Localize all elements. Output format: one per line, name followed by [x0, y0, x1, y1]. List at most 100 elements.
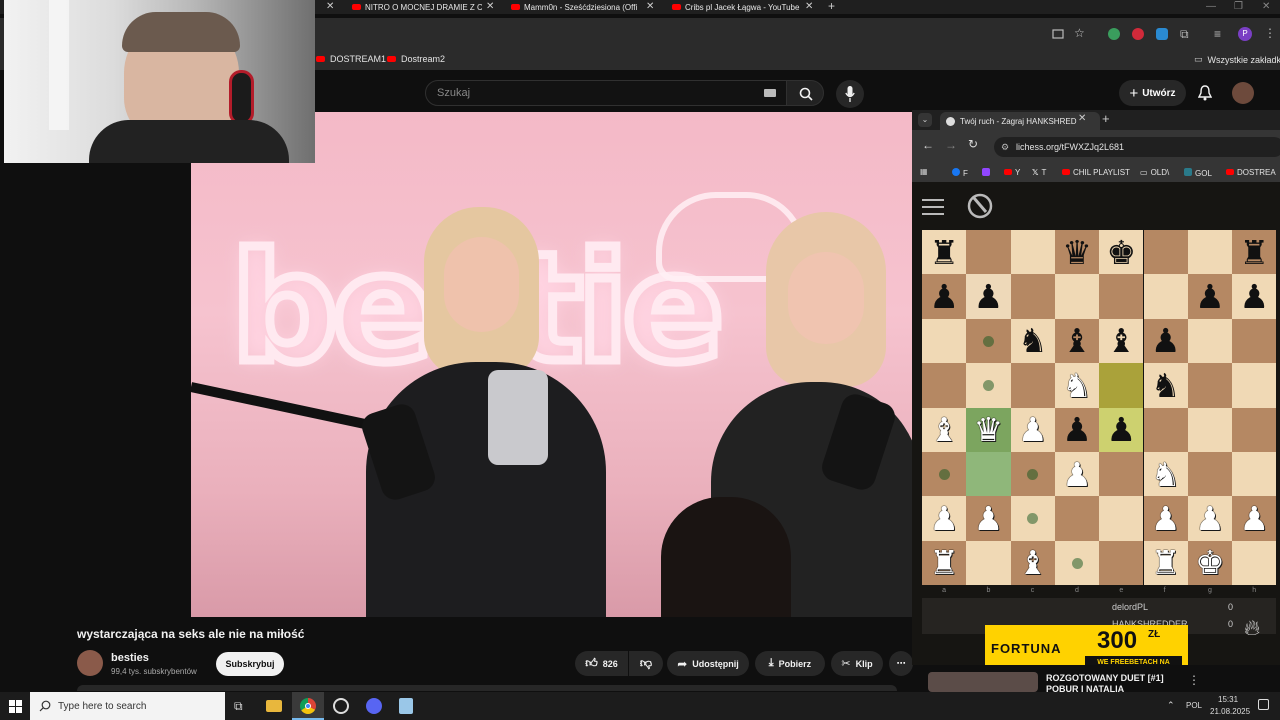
- task-view-icon[interactable]: ⧉: [234, 699, 243, 714]
- board-square[interactable]: [1099, 496, 1144, 541]
- app-icon[interactable]: [333, 698, 349, 714]
- file-explorer-icon[interactable]: [266, 700, 282, 712]
- notepad-icon[interactable]: [399, 698, 413, 714]
- clip-button[interactable]: ✂ Klip: [831, 651, 883, 676]
- taskbar-search-input[interactable]: Type here to search: [30, 692, 225, 720]
- bookmark-dostream1[interactable]: DOSTREAM1: [316, 54, 386, 64]
- fortuna-ad-banner[interactable]: FORTUNA 300 ZŁ WE FREEBETACH NA START: [985, 625, 1188, 665]
- white-pawn-piece[interactable]: ♟: [1011, 408, 1055, 452]
- voice-search-button[interactable]: [836, 80, 864, 108]
- board-square[interactable]: [1099, 452, 1144, 497]
- new-tab-button[interactable]: +: [828, 0, 835, 13]
- next-video-thumbnail[interactable]: [928, 672, 1038, 692]
- input-language[interactable]: POL: [1186, 701, 1202, 710]
- notifications-bell-icon[interactable]: [1198, 85, 1212, 101]
- close-tab-icon[interactable]: ✕: [1078, 113, 1086, 124]
- lichess-tab[interactable]: Twój ruch - Zagraj HANKSHRED: [940, 112, 1100, 130]
- black-pawn-piece[interactable]: ♟: [1232, 274, 1276, 318]
- bookmark-dostream[interactable]: DOSTREA: [1226, 168, 1276, 177]
- bookmark-facebook[interactable]: F: [952, 168, 968, 178]
- black-bishop-piece[interactable]: ♝: [1099, 319, 1143, 363]
- legal-move-dot[interactable]: [1071, 557, 1083, 569]
- keyboard-icon[interactable]: [764, 89, 776, 97]
- notification-center-icon[interactable]: [1258, 699, 1269, 710]
- white-queen-piece[interactable]: ♛: [966, 408, 1010, 452]
- forward-arrow-icon[interactable]: →: [945, 138, 957, 152]
- white-bishop-piece[interactable]: ♝: [1011, 541, 1055, 585]
- extension-icon[interactable]: [1156, 28, 1168, 40]
- extensions-puzzle-icon[interactable]: ⧉: [1180, 27, 1189, 42]
- white-pawn-piece[interactable]: ♟: [1232, 496, 1276, 540]
- bookmark-youtube[interactable]: Y: [1004, 168, 1020, 177]
- extension-icon[interactable]: [1132, 28, 1144, 40]
- black-rook-piece[interactable]: ♜: [1232, 230, 1276, 274]
- bookmark-chil-playlist[interactable]: CHIL PLAYLIST: [1062, 168, 1130, 177]
- download-button[interactable]: ⤓ Pobierz: [755, 651, 825, 676]
- board-square[interactable]: [1010, 230, 1055, 275]
- channel-name[interactable]: besties: [111, 652, 149, 664]
- board-square[interactable]: [922, 363, 967, 408]
- back-arrow-icon[interactable]: ←: [922, 138, 934, 152]
- white-rook-piece[interactable]: ♜: [1144, 541, 1188, 585]
- extension-icon[interactable]: [1108, 28, 1120, 40]
- board-square[interactable]: [1054, 274, 1100, 319]
- board-square[interactable]: [1143, 230, 1188, 275]
- legal-move-dot[interactable]: [982, 379, 994, 391]
- board-square[interactable]: [1143, 274, 1188, 319]
- minimize-icon[interactable]: —: [1206, 1, 1216, 12]
- subscribe-button[interactable]: Subskrybuj: [216, 652, 284, 676]
- more-actions-button[interactable]: ⋯: [889, 651, 913, 676]
- board-square[interactable]: [1187, 452, 1233, 497]
- black-knight-piece[interactable]: ♞: [1144, 363, 1188, 407]
- board-square[interactable]: [966, 452, 1011, 497]
- black-queen-piece[interactable]: ♛: [1055, 230, 1099, 274]
- profile-avatar[interactable]: P: [1238, 27, 1252, 41]
- new-tab-button[interactable]: +: [1102, 111, 1110, 126]
- tray-chevron-icon[interactable]: ⌃: [1167, 700, 1175, 711]
- board-square[interactable]: [1010, 274, 1055, 319]
- white-pawn-piece[interactable]: ♟: [1055, 452, 1099, 496]
- white-pawn-piece[interactable]: ♟: [1144, 496, 1188, 540]
- board-square[interactable]: [1099, 274, 1144, 319]
- bookmark-dostream2[interactable]: Dostream2: [387, 54, 445, 64]
- search-button[interactable]: [786, 80, 824, 106]
- channel-avatar[interactable]: [77, 650, 103, 676]
- all-bookmarks-folder[interactable]: ▭ Wszystkie zakładki: [1194, 54, 1280, 65]
- clock-date[interactable]: 21.08.2025: [1210, 707, 1250, 716]
- board-square[interactable]: [1232, 318, 1277, 364]
- tab-search-icon[interactable]: ⌄: [918, 113, 932, 127]
- board-square[interactable]: [1232, 407, 1277, 452]
- close-tab-icon[interactable]: ✕: [326, 1, 334, 12]
- description-box[interactable]: [77, 685, 897, 691]
- white-rook-piece[interactable]: ♜: [922, 541, 966, 585]
- board-square[interactable]: [1232, 452, 1277, 497]
- close-tab-icon[interactable]: ✕: [646, 1, 654, 12]
- reading-list-icon[interactable]: ≡: [1214, 27, 1221, 41]
- like-button[interactable]: 👍︎ 826: [575, 651, 628, 676]
- bookmark-twitch[interactable]: [982, 168, 990, 176]
- board-square[interactable]: [966, 540, 1011, 586]
- browser-tab-3[interactable]: Cribs pl Jacek Łągwa - YouTube: [672, 0, 802, 14]
- legal-move-dot[interactable]: [938, 468, 950, 480]
- board-square[interactable]: [1010, 363, 1055, 408]
- board-square[interactable]: [1054, 496, 1100, 541]
- close-window-icon[interactable]: ✕: [1262, 1, 1270, 12]
- browser-tab-2[interactable]: Mamm0n - Sześćdziesiona (Offi: [511, 0, 639, 14]
- bookmark-gol[interactable]: GOL: [1184, 168, 1212, 178]
- black-knight-piece[interactable]: ♞: [1011, 319, 1055, 363]
- white-king-piece[interactable]: ♚: [1188, 541, 1232, 585]
- close-tab-icon[interactable]: ✕: [805, 1, 813, 12]
- next-video-title[interactable]: ROZGOTOWANY DUET [#1]: [1046, 673, 1164, 683]
- share-button[interactable]: ➦ Udostępnij: [667, 651, 749, 676]
- board-square[interactable]: [1232, 540, 1277, 586]
- board-square[interactable]: [966, 230, 1011, 275]
- next-video-menu-icon[interactable]: ⋮: [1188, 673, 1200, 687]
- board-square[interactable]: [1187, 318, 1233, 364]
- board-square[interactable]: [1232, 363, 1277, 408]
- black-pawn-piece[interactable]: ♟: [1188, 274, 1232, 318]
- black-pawn-piece[interactable]: ♟: [1055, 408, 1099, 452]
- black-pawn-piece[interactable]: ♟: [966, 274, 1010, 318]
- bookmark-x[interactable]: 𝕏T: [1032, 168, 1046, 177]
- discord-icon[interactable]: [366, 698, 382, 714]
- black-pawn-piece[interactable]: ♟: [1144, 319, 1188, 363]
